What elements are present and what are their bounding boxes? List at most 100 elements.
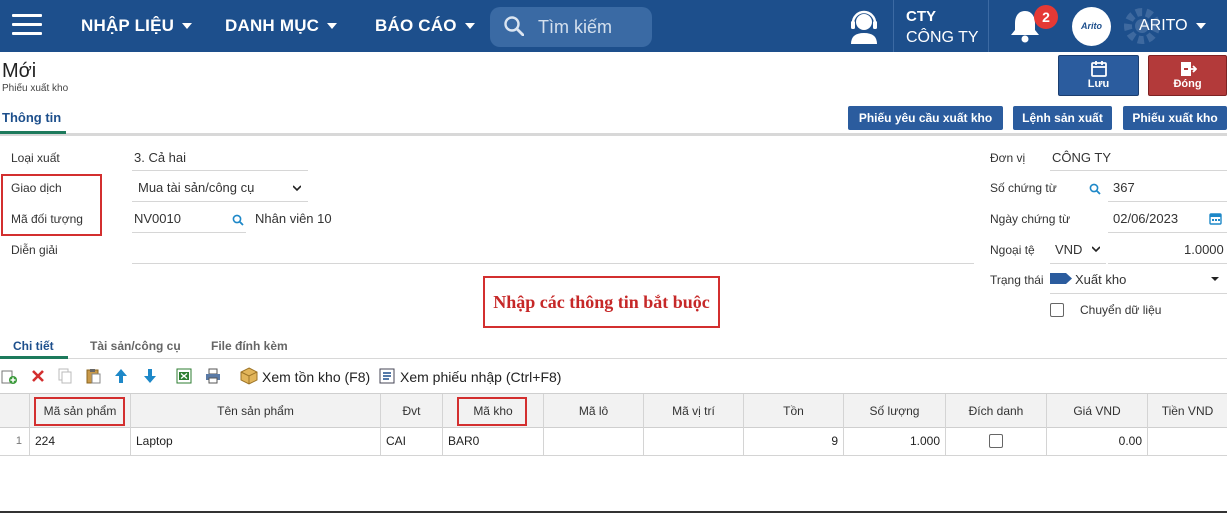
required-highlight-box (457, 397, 527, 426)
field-underline (132, 201, 308, 202)
user-name: ARITO (1139, 17, 1188, 34)
close-button[interactable]: Đóng (1148, 55, 1227, 96)
field-underline (132, 263, 974, 264)
cell-dich-danh (945, 428, 1046, 455)
copy-icon[interactable] (57, 368, 73, 384)
menu-icon[interactable] (12, 14, 42, 36)
giao-dich-select[interactable]: Mua tài sản/công cụ (138, 180, 254, 195)
tab-chi-tiet[interactable]: Chi tiết (13, 339, 54, 353)
col-gia-vnd[interactable]: Giá VND (1046, 394, 1147, 428)
row-number: 1 (15, 435, 22, 447)
xem-phieu-nhap-button[interactable]: Xem phiếu nhập (Ctrl+F8) (400, 369, 561, 385)
search-input[interactable]: Tìm kiếm (490, 7, 652, 47)
ma-doi-tuong-field[interactable]: NV0010 (134, 211, 181, 226)
divider (893, 0, 894, 52)
phieu-xuat-kho-button[interactable]: Phiếu xuất kho (1123, 106, 1227, 130)
search-icon[interactable] (1089, 183, 1101, 195)
company-name: CÔNG TY (906, 29, 979, 46)
support-agent-icon[interactable] (846, 9, 882, 45)
calendar-icon[interactable] (1209, 212, 1222, 225)
search-placeholder: Tìm kiếm (538, 17, 612, 37)
arrow-up-icon[interactable] (113, 368, 129, 384)
col-ma-vi-tri[interactable]: Mã vị trí (643, 394, 743, 428)
field-underline (1108, 232, 1227, 233)
nav-bao-cao[interactable]: BÁO CÁO (375, 16, 475, 36)
don-vi-field[interactable]: CÔNG TY (1052, 150, 1111, 165)
loai-xuat-label: Loại xuất (11, 151, 60, 165)
col-so-luong[interactable]: Số lượng (843, 394, 945, 428)
lenh-san-xuat-button[interactable]: Lệnh sản xuất (1013, 106, 1112, 130)
cell-tien-vnd[interactable] (1147, 428, 1227, 455)
cell-ma-san-pham[interactable]: 224 (29, 428, 130, 455)
divider (988, 0, 989, 52)
tab-thong-tin[interactable]: Thông tin (2, 110, 61, 125)
cell-ma-lo[interactable] (543, 428, 643, 455)
col-ton[interactable]: Tồn (743, 394, 843, 428)
print-icon[interactable] (205, 368, 221, 384)
cell-ma-kho[interactable]: BAR0 (442, 428, 543, 455)
ty-gia-field[interactable]: 1.0000 (1184, 242, 1224, 257)
cell-gia-vnd[interactable]: 0.00 (1046, 428, 1147, 455)
field-underline (1050, 170, 1227, 171)
field-underline (1050, 263, 1106, 264)
phieu-yeu-cau-xuat-kho-button[interactable]: Phiếu yêu cầu xuất kho (848, 106, 1003, 130)
save-button[interactable]: Lưu (1058, 55, 1139, 96)
table-header: Mã sản phẩm Tên sản phẩm Đvt Mã kho Mã l… (0, 393, 1227, 428)
dich-danh-checkbox[interactable] (989, 434, 1003, 448)
tab-tai-san-cong-cu[interactable]: Tài sản/công cụ (90, 339, 181, 353)
user-menu[interactable]: ARITO (1139, 17, 1206, 35)
cell-so-luong[interactable]: 1.000 (843, 428, 945, 455)
chuyen-du-lieu-checkbox[interactable] (1050, 303, 1064, 317)
cell-dvt[interactable]: CAI (380, 428, 442, 455)
nav-danh-muc[interactable]: DANH MỤC (225, 16, 338, 36)
tab-file-dinh-kem[interactable]: File đính kèm (211, 339, 288, 353)
nav-bao-cao-label: BÁO CÁO (375, 16, 457, 35)
arrow-down-icon[interactable] (142, 368, 158, 384)
trang-thai-select[interactable]: Xuất kho (1075, 272, 1126, 287)
chevron-down-icon (182, 23, 193, 29)
trang-thai-label: Trạng thái (990, 273, 1044, 287)
xem-ton-kho-button[interactable]: Xem tồn kho (F8) (262, 369, 370, 385)
dien-giai-label: Diễn giải (11, 243, 58, 257)
exit-icon (1180, 62, 1197, 76)
caret-down-icon (1211, 277, 1219, 281)
add-row-icon[interactable] (1, 368, 17, 384)
col-ma-lo[interactable]: Mã lô (543, 394, 643, 428)
ngay-chung-tu-field[interactable]: 02/06/2023 (1113, 211, 1178, 226)
ngay-chung-tu-label: Ngày chứng từ (990, 212, 1071, 226)
excel-icon[interactable] (176, 368, 192, 384)
table-row: 1 224 Laptop CAI BAR0 9 1.000 0.00 (0, 428, 1227, 456)
col-dvt[interactable]: Đvt (380, 394, 442, 428)
status-flag-icon (1050, 273, 1072, 284)
notification-badge: 2 (1034, 5, 1058, 29)
close-label: Đóng (1173, 78, 1202, 90)
paste-icon[interactable] (85, 368, 101, 384)
ngoai-te-select[interactable]: VND (1055, 242, 1082, 257)
col-tien-vnd[interactable]: Tiền VND (1147, 394, 1227, 428)
ten-doi-tuong: Nhân viên 10 (255, 211, 332, 226)
search-icon[interactable] (232, 214, 244, 226)
nav-nhap-lieu[interactable]: NHẬP LIỆU (81, 16, 193, 36)
calendar-save-icon (1090, 61, 1107, 77)
loai-xuat-field[interactable]: 3. Cả hai (134, 150, 186, 165)
company-short: CTY (906, 8, 936, 25)
search-icon (504, 16, 524, 36)
col-ten-san-pham[interactable]: Tên sản phẩm (130, 394, 380, 428)
chevron-down-icon (293, 185, 301, 192)
so-chung-tu-label: Số chứng từ (990, 181, 1057, 195)
col-dich-danh[interactable]: Đích danh (945, 394, 1046, 428)
page-subtitle: Phiếu xuất kho (2, 83, 69, 94)
delete-icon[interactable] (30, 368, 46, 384)
divider (0, 133, 1227, 136)
so-chung-tu-field[interactable]: 367 (1113, 180, 1135, 195)
cell-ten-san-pham[interactable]: Laptop (130, 428, 380, 455)
field-underline (1108, 201, 1227, 202)
box-icon (240, 367, 258, 385)
required-info-note: Nhập các thông tin bắt buộc (483, 276, 720, 328)
company-selector[interactable]: CTY CÔNG TY (906, 6, 979, 48)
ngoai-te-label: Ngoại tệ (990, 243, 1035, 257)
avatar[interactable]: Arito (1072, 7, 1111, 46)
nav-danh-muc-label: DANH MỤC (225, 16, 320, 35)
cell-ma-vi-tri[interactable] (643, 428, 743, 455)
document-list-icon (379, 368, 395, 384)
